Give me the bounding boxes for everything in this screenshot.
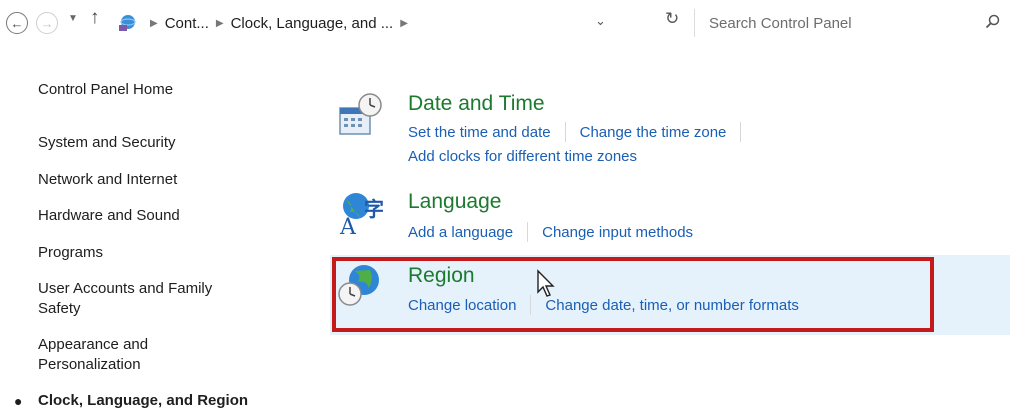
date-time-icon (339, 93, 382, 135)
back-arrow-icon: ← (10, 15, 24, 31)
category-links: Add clocks for different time zones (408, 148, 637, 165)
breadcrumb-item-clock-language-region[interactable]: Clock, Language, and ... (231, 15, 394, 32)
recent-locations-chevron-icon[interactable]: ▼ (68, 13, 78, 24)
forward-button[interactable]: → (36, 12, 58, 34)
region-globe-icon (338, 265, 379, 306)
category-title-language[interactable]: Language (408, 190, 501, 214)
nav-item-appearance[interactable]: Appearance and Personalization (38, 335, 148, 375)
nav-item-network-internet[interactable]: Network and Internet (38, 170, 177, 190)
mouse-cursor-icon (537, 269, 555, 297)
nav-item-clock-language-region[interactable]: ● Clock, Language, and Region (14, 391, 249, 411)
nav-item-user-accounts[interactable]: User Accounts and Family Safety (38, 279, 212, 319)
language-icon: 字 A (339, 193, 384, 236)
address-toolbar: ← → ▼ ↑ ▶ Cont... ▶ Clock, Language, and… (0, 0, 1010, 46)
nav-item-label-line: Safety (38, 300, 81, 317)
search-input[interactable] (695, 13, 971, 33)
category-links: Add a language Change input methods (408, 222, 693, 242)
nav-item-hardware-sound[interactable]: Hardware and Sound (38, 206, 180, 226)
breadcrumb[interactable]: ▶ Cont... ▶ Clock, Language, and ... ▶ ⌄… (113, 9, 693, 37)
nav-item-label: Clock, Language, and Region (38, 392, 249, 409)
search-icon[interactable] (985, 14, 1001, 30)
link-separator (740, 122, 742, 142)
link-change-date-time-number-formats[interactable]: Change date, time, or number formats (545, 297, 798, 314)
control-panel-icon (119, 15, 136, 31)
svg-text:字: 字 (364, 197, 384, 221)
link-separator (530, 295, 532, 315)
link-separator (564, 122, 566, 142)
nav-item-programs[interactable]: Programs (38, 243, 103, 263)
back-button[interactable]: ← (6, 12, 28, 34)
search-box[interactable] (694, 9, 1005, 37)
link-change-input-methods[interactable]: Change input methods (542, 224, 693, 241)
nav-item-control-panel-home[interactable]: Control Panel Home (38, 80, 173, 100)
category-title-region[interactable]: Region (408, 264, 475, 288)
nav-item-label-line: Appearance and (38, 336, 149, 353)
breadcrumb-item-control-panel[interactable]: Cont... (165, 15, 209, 32)
current-bullet-icon: ● (14, 393, 23, 409)
category-date-and-time: Date and Time Set the time and date Chan… (332, 86, 932, 176)
category-links: Set the time and date Change the time zo… (408, 122, 755, 142)
refresh-icon[interactable]: ↻ (665, 9, 679, 29)
category-links: Change location Change date, time, or nu… (408, 295, 799, 315)
link-add-clocks[interactable]: Add clocks for different time zones (408, 148, 637, 165)
breadcrumb-separator-icon[interactable]: ▶ (400, 18, 408, 29)
category-language: 字 A Language Add a language Change input… (332, 186, 932, 246)
breadcrumb-separator-icon: ▶ (215, 17, 224, 29)
link-set-time-date[interactable]: Set the time and date (408, 124, 551, 141)
link-change-time-zone[interactable]: Change the time zone (580, 124, 727, 141)
link-change-location[interactable]: Change location (408, 297, 516, 314)
breadcrumb-separator-icon: ▶ (150, 17, 158, 29)
link-separator (527, 222, 529, 242)
forward-arrow-icon: → (40, 15, 54, 31)
category-title-date-and-time[interactable]: Date and Time (408, 92, 545, 116)
address-dropdown-icon[interactable]: ⌄ (595, 13, 606, 29)
category-region: Region Change location Change date, time… (332, 258, 932, 330)
up-arrow-icon[interactable]: ↑ (90, 7, 100, 29)
nav-item-label-line: Personalization (38, 356, 141, 373)
nav-item-system-security[interactable]: System and Security (38, 133, 176, 153)
link-add-language[interactable]: Add a language (408, 224, 513, 241)
nav-item-label-line: User Accounts and Family (38, 280, 213, 297)
svg-text:A: A (339, 215, 357, 236)
